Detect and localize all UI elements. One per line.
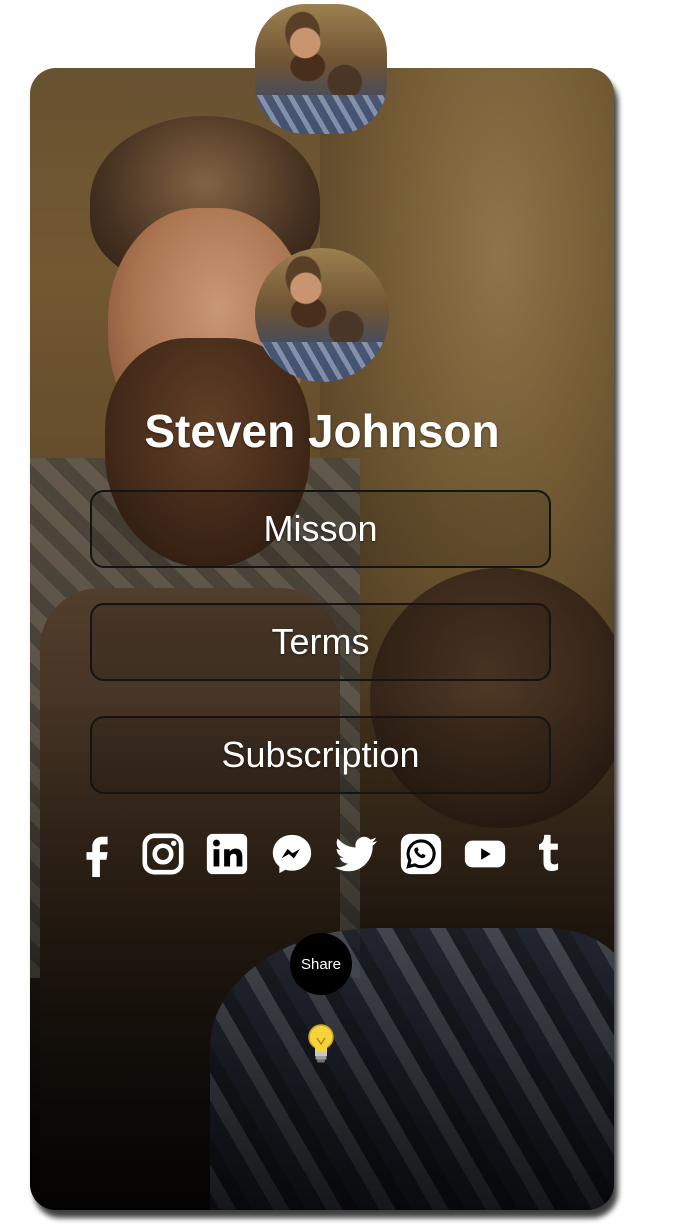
header-avatar xyxy=(255,4,387,134)
messenger-icon[interactable] xyxy=(268,830,316,878)
link-button-subscription[interactable]: Subscription xyxy=(90,716,551,794)
facebook-icon[interactable] xyxy=(74,830,122,878)
share-button[interactable]: Share xyxy=(290,933,352,995)
lightbulb-icon[interactable] xyxy=(304,1022,338,1068)
instagram-icon[interactable] xyxy=(139,830,187,878)
social-links xyxy=(74,826,574,882)
link-button-mission[interactable]: Misson xyxy=(90,490,551,568)
profile-name: Steven Johnson xyxy=(144,405,500,457)
tumblr-icon[interactable] xyxy=(526,830,574,878)
twitter-icon[interactable] xyxy=(332,830,380,878)
youtube-icon[interactable] xyxy=(461,830,509,878)
profile-avatar xyxy=(255,248,389,382)
whatsapp-icon[interactable] xyxy=(397,830,445,878)
link-button-terms[interactable]: Terms xyxy=(90,603,551,681)
linkedin-icon[interactable] xyxy=(203,830,251,878)
